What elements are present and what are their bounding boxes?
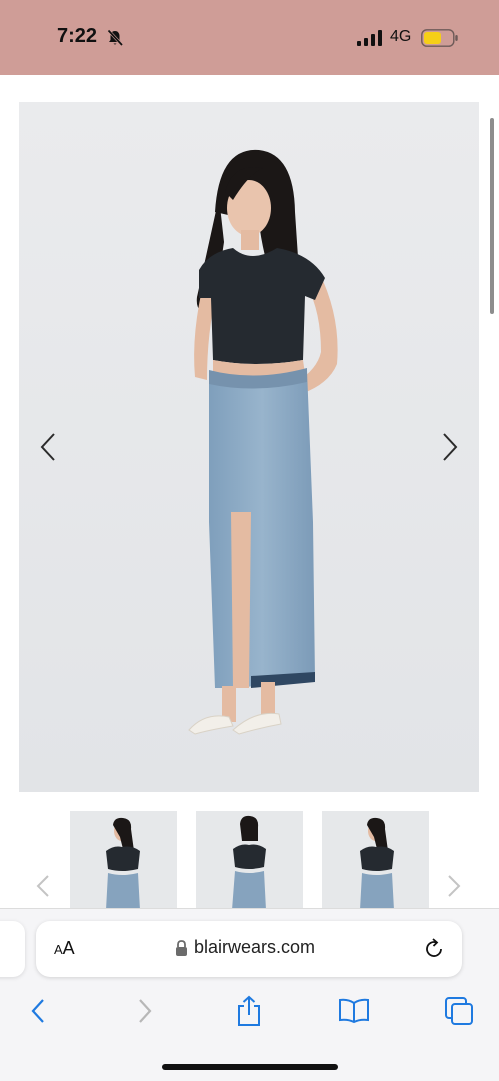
back-icon (31, 999, 44, 1023)
bookmarks-icon (339, 998, 369, 1024)
thumbnails-next-button[interactable] (447, 874, 461, 903)
chevron-left-icon (36, 875, 49, 897)
tabs-button[interactable] (441, 993, 477, 1029)
gallery-next-button[interactable] (441, 432, 459, 467)
forward-button[interactable] (127, 993, 163, 1029)
home-indicator[interactable] (162, 1064, 338, 1070)
url-text: blairwears.com (194, 937, 316, 957)
chevron-right-icon (448, 875, 461, 897)
battery-icon (421, 29, 459, 52)
bookmarks-button[interactable] (336, 993, 372, 1029)
signal-icon (357, 30, 383, 51)
tabs-icon (445, 997, 473, 1025)
page-scrollbar[interactable] (490, 118, 494, 314)
network-type: 4G (390, 28, 412, 45)
browser-toolbar: AA blairwears.com (0, 908, 499, 1081)
chevron-right-icon (443, 433, 458, 461)
share-button[interactable] (231, 993, 267, 1029)
lock-icon (175, 940, 188, 962)
clock-time: 7:22 (57, 25, 98, 47)
status-bar: 7:22 4G (0, 0, 499, 75)
back-button[interactable] (20, 993, 56, 1029)
bell-muted-icon (106, 29, 124, 52)
thumbnails-prev-button[interactable] (36, 874, 50, 903)
reload-icon (426, 938, 442, 957)
forward-icon (139, 999, 152, 1023)
address-bar[interactable]: AA blairwears.com (36, 921, 462, 977)
share-icon (238, 995, 260, 1026)
text-size-button[interactable]: AA (54, 938, 75, 959)
model-photo (19, 102, 479, 792)
thumbnail-1[interactable] (70, 811, 177, 910)
chevron-left-icon (40, 433, 55, 461)
previous-tab-preview[interactable] (0, 921, 25, 977)
thumbnail-3[interactable] (322, 811, 429, 910)
product-main-image[interactable] (19, 102, 479, 792)
reload-button[interactable] (422, 937, 446, 966)
thumbnail-2[interactable] (196, 811, 303, 910)
gallery-prev-button[interactable] (39, 432, 57, 467)
